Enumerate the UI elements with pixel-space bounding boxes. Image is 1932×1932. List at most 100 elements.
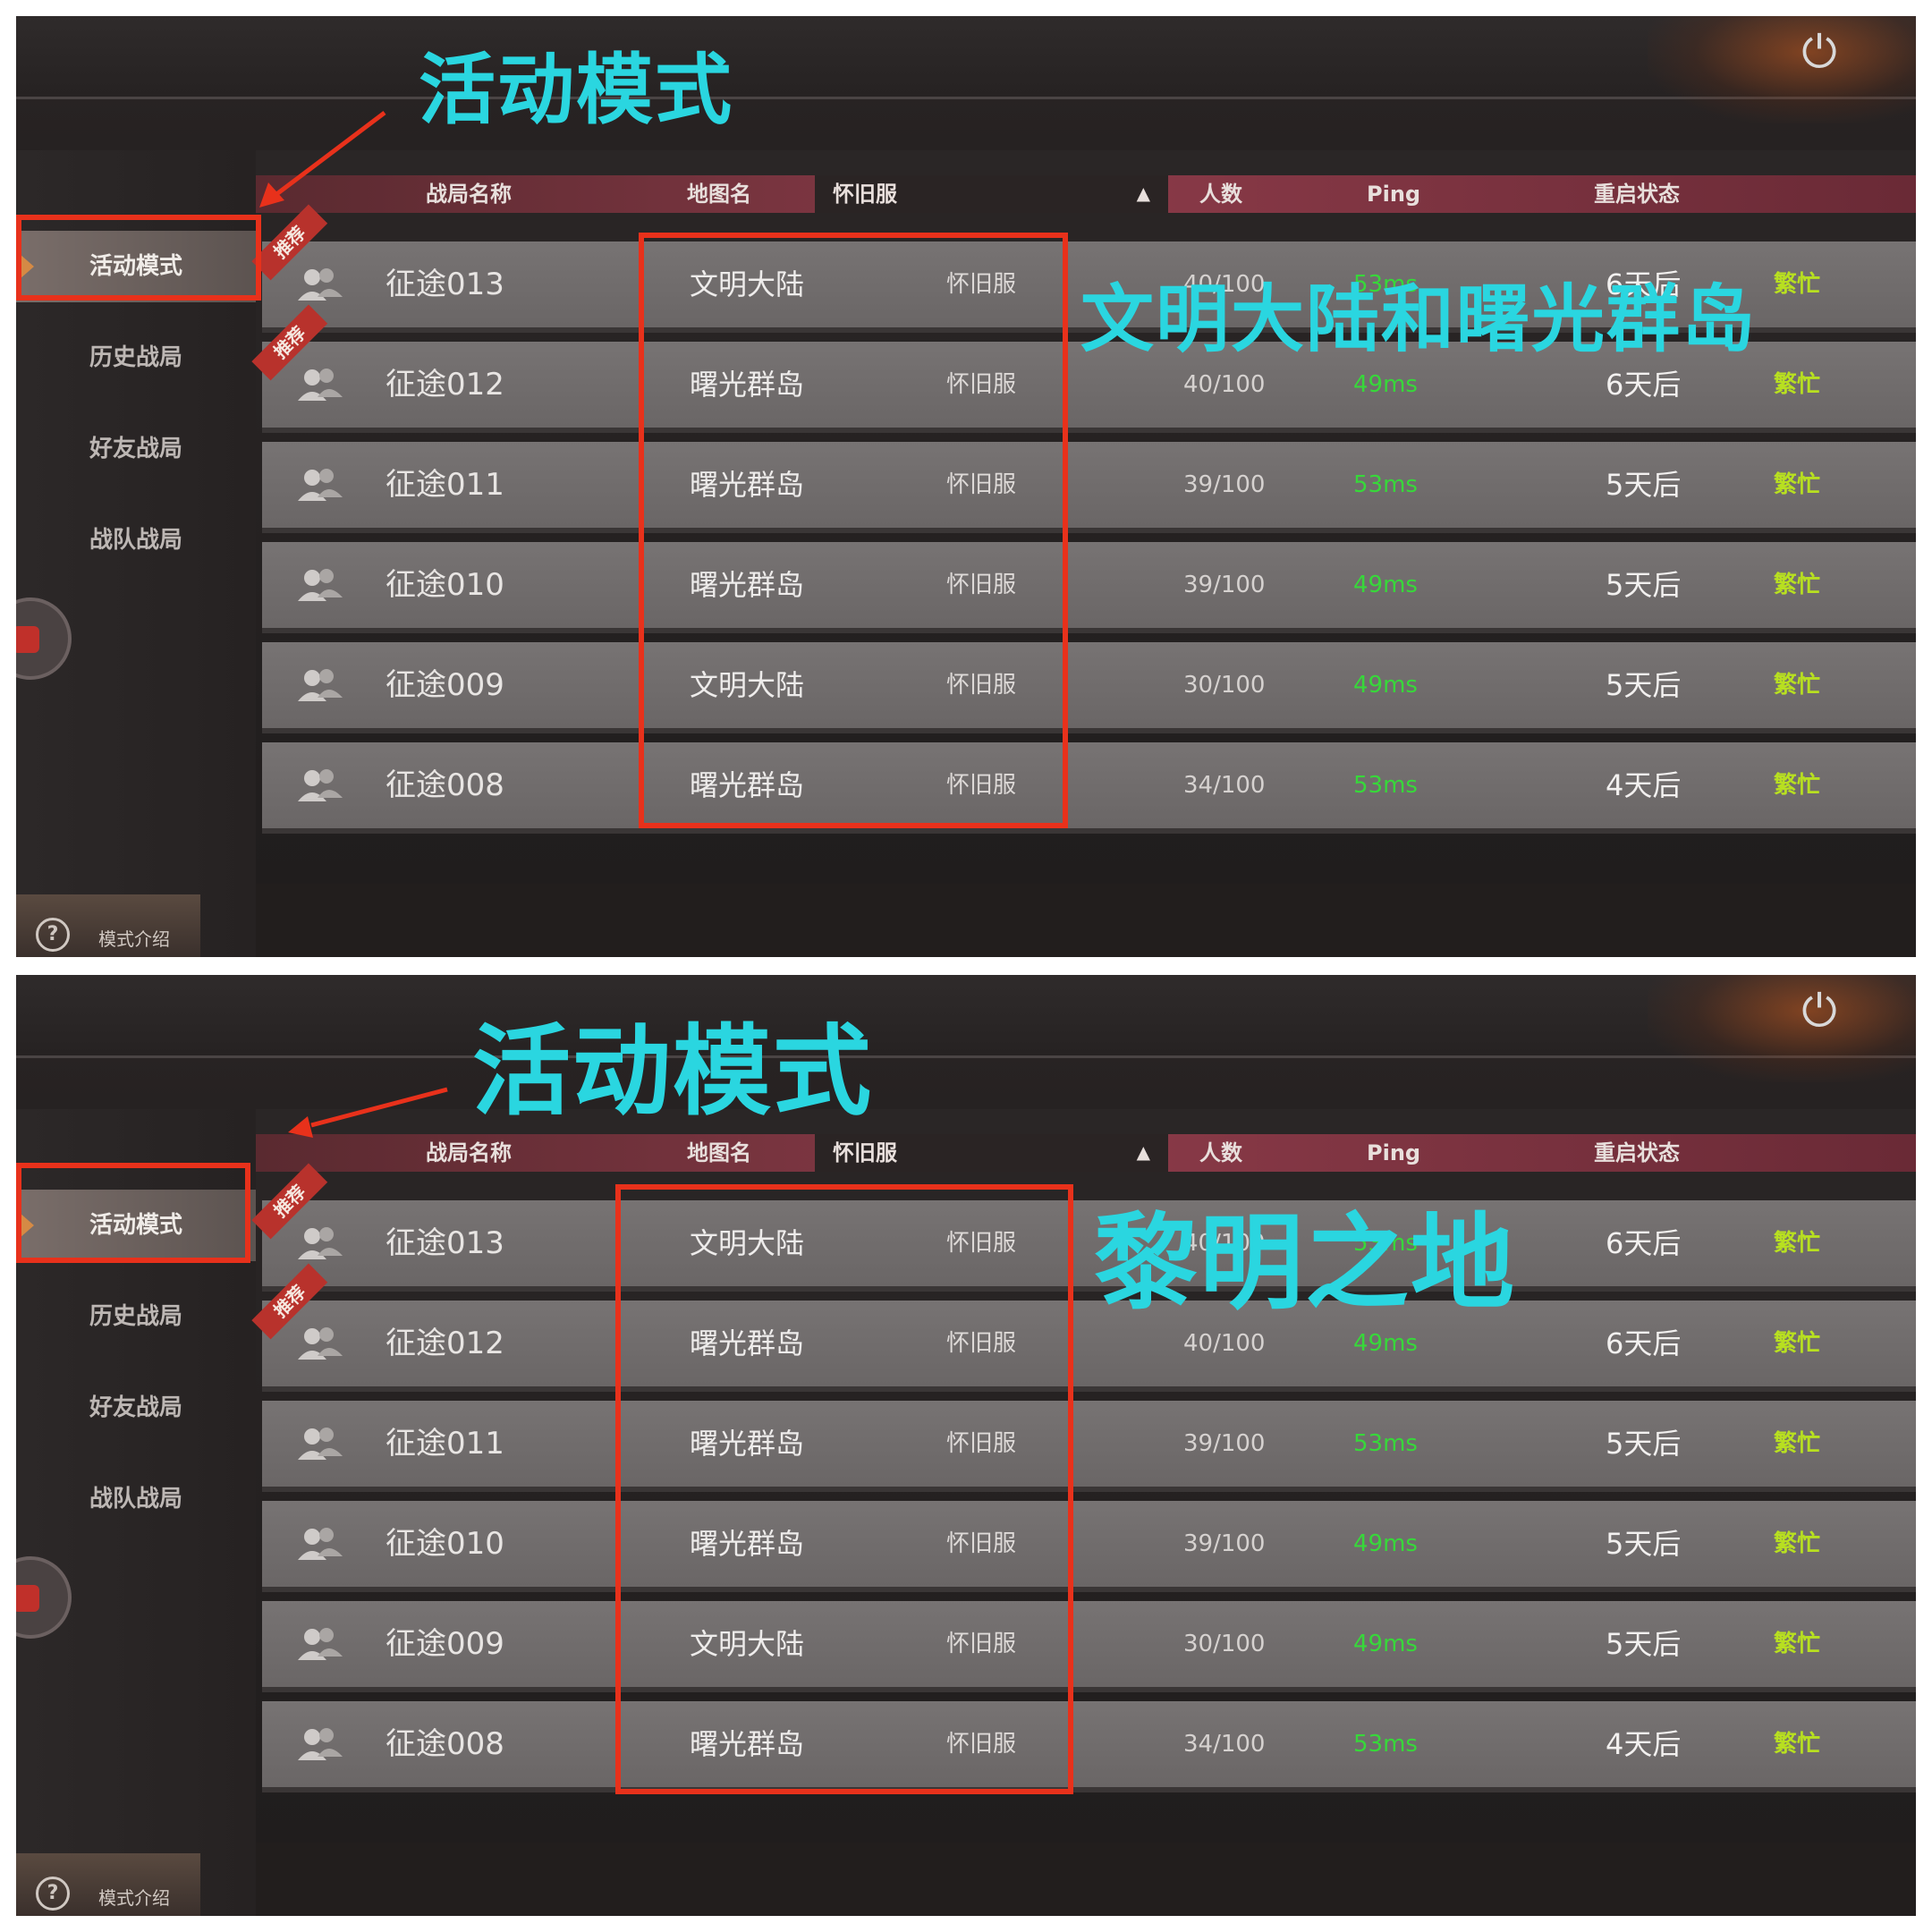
server-status: 繁忙 [1774,1731,1821,1758]
players-icon [298,469,343,501]
power-icon[interactable]: ⏻ [1794,986,1844,1036]
triangle-up-icon: ▲ [1136,182,1150,204]
header-count[interactable]: 人数 [1199,175,1242,213]
server-status: 繁忙 [1774,1430,1821,1457]
server-name: 征途012 [386,367,504,402]
header-restart[interactable]: 重启状态 [1594,175,1680,213]
players-icon [298,1227,343,1259]
table-row[interactable]: 征途009 文明大陆 怀旧服 30/100 49ms 5天后 繁忙 [262,642,1916,733]
table-row[interactable]: 征途008 曙光群岛 怀旧服 34/100 53ms 4天后 繁忙 [262,742,1916,834]
player-count: 34/100 [1183,1731,1266,1758]
server-status: 繁忙 [1774,371,1821,398]
header-ping[interactable]: Ping [1367,1134,1420,1172]
players-icon [298,669,343,701]
ping-value: 53ms [1353,772,1418,799]
header-map[interactable]: 地图名 [687,1134,751,1172]
table-header: 战局名称 地图名 怀旧服 ▲ 人数 Ping 重启状态 [256,175,1916,213]
filter-value: 怀旧服 [833,182,897,207]
ping-value: 49ms [1353,672,1418,699]
highlight-box-map-column [615,1184,1073,1794]
filter-value: 怀旧服 [833,1140,897,1165]
corner-glow [1648,16,1916,123]
server-status: 繁忙 [1774,1330,1821,1357]
player-count: 30/100 [1183,1631,1266,1657]
server-status: 繁忙 [1774,471,1821,498]
players-icon [298,268,343,301]
ping-value: 49ms [1353,1631,1418,1657]
server-filter-dropdown[interactable]: 怀旧服 ▲ [815,1134,1168,1172]
server-name: 征途009 [386,1626,504,1662]
mode-intro-button[interactable]: ? 模式介绍 [16,894,200,957]
players-icon [298,1528,343,1560]
server-status: 繁忙 [1774,1631,1821,1657]
restart-time: 4天后 [1606,768,1682,802]
player-count: 34/100 [1183,772,1266,799]
sidebar-item-friends[interactable]: 好友战局 [16,413,256,485]
players-icon [298,1628,343,1660]
players-icon [298,1728,343,1760]
server-status: 繁忙 [1774,271,1821,298]
server-status: 繁忙 [1774,772,1821,799]
annotation-mode-label: 活动模式 [419,46,733,135]
server-status: 繁忙 [1774,572,1821,598]
annotation-mode-label: 活动模式 [472,1014,873,1129]
ping-value: 49ms [1353,1530,1418,1557]
server-filter-dropdown[interactable]: 怀旧服 ▲ [815,175,1168,213]
restart-time: 5天后 [1606,568,1682,602]
sidebar-item-friends[interactable]: 好友战局 [16,1372,256,1444]
server-name: 征途010 [386,567,504,603]
player-count: 39/100 [1183,572,1266,598]
sidebar-item-team[interactable]: 战队战局 [16,1463,256,1535]
restart-time: 5天后 [1606,1427,1682,1461]
ping-value: 49ms [1353,572,1418,598]
table-row[interactable]: 征途010 曙光群岛 怀旧服 39/100 49ms 5天后 繁忙 [262,1501,1916,1592]
player-count: 30/100 [1183,672,1266,699]
table-row[interactable]: 征途008 曙光群岛 怀旧服 34/100 53ms 4天后 繁忙 [262,1701,1916,1792]
table-row[interactable]: 征途011 曙光群岛 怀旧服 39/100 53ms 5天后 繁忙 [262,1401,1916,1492]
sidebar-item-team[interactable]: 战队战局 [16,504,256,576]
server-name: 征途013 [386,267,504,302]
restart-time: 5天后 [1606,1627,1682,1661]
player-count: 39/100 [1183,1530,1266,1557]
ping-value: 53ms [1353,1430,1418,1457]
player-count: 39/100 [1183,1430,1266,1457]
server-status: 繁忙 [1774,1530,1821,1557]
annotation-callout: 黎明之地 [1094,1203,1516,1324]
restart-time: 5天后 [1606,468,1682,502]
side-round-icon[interactable] [16,597,72,680]
red-arrow [288,1087,448,1138]
server-name: 征途008 [386,767,504,803]
server-status: 繁忙 [1774,1230,1821,1257]
server-name: 征途009 [386,667,504,703]
power-icon[interactable]: ⏻ [1794,27,1844,77]
mode-intro-button[interactable]: ? 模式介绍 [16,1853,200,1916]
restart-time: 6天后 [1606,1326,1682,1360]
header-count[interactable]: 人数 [1199,1134,1242,1172]
restart-time: 6天后 [1606,1226,1682,1260]
table-row[interactable]: 推荐 征途013 文明大陆 怀旧服 40/100 53ms 6天后 繁忙 [251,1163,1916,1292]
header-ping[interactable]: Ping [1367,175,1420,213]
mode-intro-label: 模式介绍 [98,928,170,950]
server-name: 征途012 [386,1326,504,1361]
players-icon [298,1327,343,1360]
sidebar-item-history[interactable]: 历史战局 [16,322,256,394]
header-restart[interactable]: 重启状态 [1594,1134,1680,1172]
players-icon [298,769,343,801]
help-icon: ? [36,1877,70,1911]
side-round-icon[interactable] [16,1556,72,1639]
server-name: 征途013 [386,1225,504,1261]
server-name: 征途008 [386,1726,504,1762]
player-count: 39/100 [1183,471,1266,498]
sidebar-item-history[interactable]: 历史战局 [16,1281,256,1352]
restart-time: 4天后 [1606,1727,1682,1761]
header-map[interactable]: 地图名 [687,175,751,213]
screenshot-panel-top: ⏻ 活动模式 历史战局 好友战局 战队战局 ? 模式介绍 战局名称 地图名 怀旧… [16,16,1916,957]
table-row[interactable]: 征途011 曙光群岛 怀旧服 39/100 53ms 5天后 繁忙 [262,442,1916,533]
ping-value: 53ms [1353,1731,1418,1758]
table-row[interactable]: 征途009 文明大陆 怀旧服 30/100 49ms 5天后 繁忙 [262,1601,1916,1692]
players-icon [298,569,343,601]
table-row[interactable]: 推荐 征途012 曙光群岛 怀旧服 40/100 49ms 6天后 繁忙 [251,1263,1916,1392]
server-name: 征途010 [386,1526,504,1562]
server-name: 征途011 [386,1426,504,1462]
table-row[interactable]: 征途010 曙光群岛 怀旧服 39/100 49ms 5天后 繁忙 [262,542,1916,633]
